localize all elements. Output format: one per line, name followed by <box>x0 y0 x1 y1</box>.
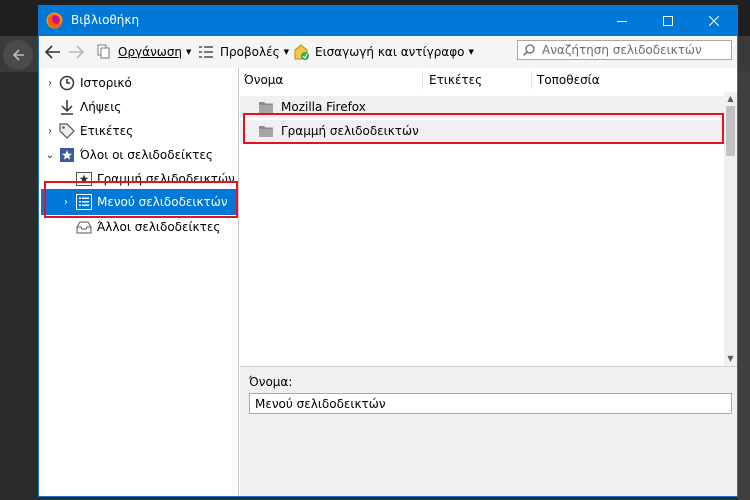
column-tags-label: Ετικέτες <box>429 73 483 87</box>
browser-back-button[interactable] <box>3 40 33 70</box>
dropdown-arrow-icon: ▼ <box>283 48 290 56</box>
column-location-label: Τοποθεσία <box>537 73 600 87</box>
sidebar-item-other-bookmarks[interactable]: Άλλοι σελιδοδείκτες <box>39 216 238 238</box>
other-bookmarks-icon <box>76 221 92 234</box>
search-icon <box>523 44 535 56</box>
library-window: Βιβλιοθήκη Οργάνωση ▼ Προβολές ▼ Εισαγωγ… <box>38 5 738 497</box>
views-menu-button[interactable]: Προβολές ▼ <box>198 36 289 68</box>
name-field[interactable] <box>249 393 732 414</box>
tag-icon <box>59 123 75 139</box>
column-location[interactable]: Τοποθεσία <box>537 68 600 92</box>
title-bar: Βιβλιοθήκη <box>39 6 737 36</box>
forward-button[interactable] <box>68 36 84 68</box>
list-item-label: Γραμμή σελιδοδεικτών <box>281 124 419 138</box>
clock-icon <box>59 75 75 91</box>
column-divider[interactable] <box>531 71 532 89</box>
dropdown-arrow-icon: ▼ <box>468 48 474 56</box>
minimize-button[interactable] <box>599 6 645 36</box>
search-input[interactable] <box>540 42 726 58</box>
name-field-label: Όνομα: <box>249 375 293 389</box>
sidebar-item-bookmarks-menu[interactable]: › Μενού σελιδοδεικτών <box>41 189 237 215</box>
back-arrow-icon <box>45 45 60 59</box>
organize-menu-button[interactable]: Οργάνωση ▼ <box>96 36 191 68</box>
views-icon <box>199 46 213 58</box>
sidebar-item-label: Γραμμή σελιδοδεικτών <box>97 172 235 186</box>
column-name[interactable]: Όνομα <box>244 68 283 92</box>
column-name-label: Όνομα <box>244 73 284 87</box>
close-button[interactable] <box>691 6 737 36</box>
import-backup-menu-button[interactable]: Εισαγωγή και αντίγραφο ▼ <box>293 36 474 68</box>
import-backup-label: Εισαγωγή και αντίγραφο <box>315 45 465 59</box>
maximize-button[interactable] <box>645 6 691 36</box>
column-header: Όνομα Ετικέτες Τοποθεσία <box>240 68 737 93</box>
collapse-chevron-icon[interactable]: ⌄ <box>45 150 55 161</box>
column-divider[interactable] <box>422 71 423 89</box>
expand-chevron-icon[interactable]: › <box>45 78 55 89</box>
column-tags[interactable]: Ετικέτες <box>429 68 482 92</box>
sidebar-item-label: Ιστορικό <box>80 76 132 90</box>
expand-chevron-icon[interactable]: › <box>61 197 71 208</box>
expand-chevron-icon[interactable]: › <box>45 126 55 137</box>
forward-arrow-icon <box>69 45 84 59</box>
scroll-down-icon[interactable]: ▼ <box>724 352 737 366</box>
scroll-up-icon[interactable]: ▲ <box>724 92 737 106</box>
list-item[interactable]: Γραμμή σελιδοδεικτών <box>240 120 724 142</box>
bookmarks-list: Mozilla Firefox Γραμμή σελιδοδεικτών <box>240 92 724 366</box>
list-scrollbar[interactable]: ▲ ▼ <box>724 92 737 366</box>
folder-icon <box>259 102 273 113</box>
sidebar-tree: › Ιστορικό Λήψεις › Ετικέτες ⌄ Όλοι οι σ… <box>39 68 239 496</box>
sidebar-item-bookmarks-toolbar[interactable]: Γραμμή σελιδοδεικτών <box>39 168 238 190</box>
sidebar-item-label: Λήψεις <box>80 100 122 114</box>
sidebar-item-history[interactable]: › Ιστορικό <box>39 72 238 94</box>
close-icon <box>709 16 719 26</box>
bookmark-star-icon <box>76 172 92 186</box>
minimize-icon <box>617 21 627 22</box>
views-label: Προβολές <box>220 45 280 59</box>
search-field[interactable] <box>517 40 732 60</box>
maximize-icon <box>663 16 673 26</box>
list-item-label: Mozilla Firefox <box>281 100 366 114</box>
list-item[interactable]: Mozilla Firefox <box>240 96 724 118</box>
sidebar-item-tags[interactable]: › Ετικέτες <box>39 120 238 142</box>
import-backup-icon <box>294 43 309 60</box>
bookmarks-menu-icon <box>76 194 92 210</box>
download-icon <box>61 100 73 115</box>
dropdown-arrow-icon: ▼ <box>186 48 192 56</box>
sidebar-item-label: Ετικέτες <box>80 124 134 138</box>
organize-label: Οργάνωση <box>118 45 183 59</box>
details-pane: Όνομα: <box>240 366 737 496</box>
organize-icon <box>97 44 110 59</box>
sidebar-item-all-bookmarks[interactable]: ⌄ Όλοι οι σελιδοδείκτες <box>39 144 238 166</box>
bookmarks-star-icon <box>60 148 74 162</box>
back-arrow-icon <box>12 49 24 61</box>
browser-content-edge <box>738 72 750 500</box>
back-button[interactable] <box>45 36 61 68</box>
sidebar-item-label: Όλοι οι σελιδοδείκτες <box>80 148 213 162</box>
sidebar-item-label: Μενού σελιδοδεικτών <box>97 195 228 209</box>
firefox-icon <box>46 12 63 29</box>
sidebar-item-label: Άλλοι σελιδοδείκτες <box>97 220 221 234</box>
folder-icon <box>259 126 273 137</box>
sidebar-item-downloads[interactable]: Λήψεις <box>39 96 238 118</box>
scroll-thumb[interactable] <box>726 106 735 156</box>
window-title: Βιβλιοθήκη <box>71 13 140 27</box>
